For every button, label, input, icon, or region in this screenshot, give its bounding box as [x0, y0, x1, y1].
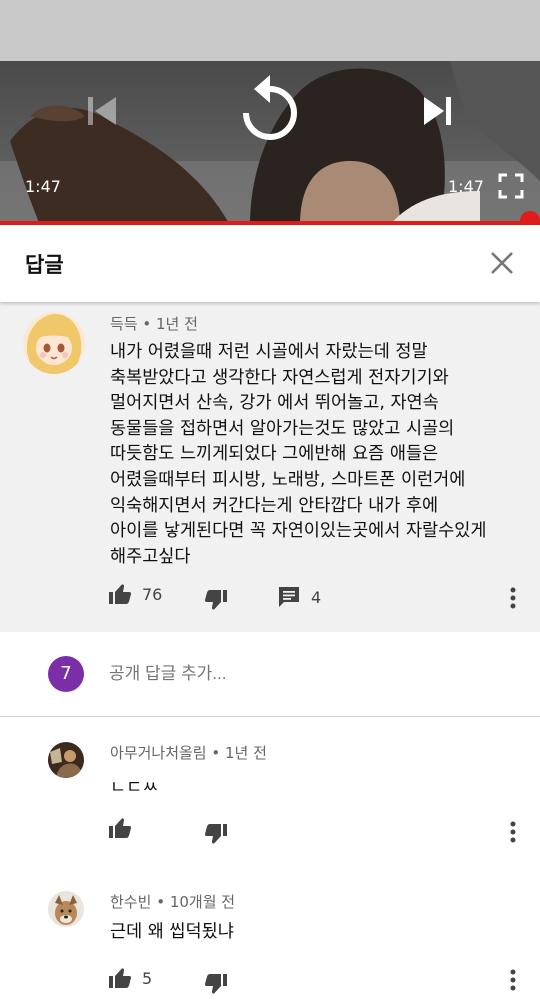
- dislike-button[interactable]: [204, 822, 228, 846]
- add-reply-input[interactable]: [109, 664, 330, 684]
- avatar-photo-image: [48, 742, 84, 778]
- comment-line: 익숙해지면서 커간다는게 안타깝다 내가 후에: [110, 495, 439, 516]
- dislike-button[interactable]: [204, 588, 228, 612]
- comment-age: 1년 전: [156, 315, 198, 333]
- replay-icon: [243, 75, 297, 140]
- comment-text: 내가 어렸을때 저런 시골에서 자랐는데 정말 축복받았다고 생각한다 자연스럽…: [110, 340, 520, 570]
- replies-title: 답글: [25, 253, 64, 277]
- comment-meta: 아무거나처올림 • 1년 전: [110, 742, 267, 763]
- more-vert-icon: [510, 821, 516, 843]
- more-options-button[interactable]: [510, 969, 516, 995]
- thumbs-down-icon: [204, 590, 227, 610]
- status-bar-area: [0, 0, 540, 61]
- anime-avatar-image: [23, 312, 85, 374]
- skip-next-icon: [424, 97, 451, 125]
- like-count: 76: [142, 584, 163, 604]
- more-vert-icon: [510, 969, 516, 991]
- video-player[interactable]: 1:47 1:47: [0, 61, 540, 225]
- replies-header: 답글: [0, 225, 540, 302]
- avatar[interactable]: [48, 891, 84, 927]
- skip-previous-icon: [88, 97, 116, 125]
- comment-text: ㄴㄷㅆ: [110, 778, 159, 791]
- add-reply-row[interactable]: 7: [0, 632, 540, 717]
- thumbs-down-icon: [204, 824, 227, 844]
- reply-count: 4: [311, 587, 322, 607]
- previous-button[interactable]: [84, 93, 120, 129]
- dislike-button[interactable]: [204, 972, 228, 996]
- replay-button[interactable]: [238, 73, 302, 145]
- elapsed-time: 1:47: [25, 177, 61, 196]
- fullscreen-button[interactable]: [498, 173, 524, 199]
- comment-line: 아이를 낳게된다면 꼭 자연이있는곳에서 자랄수있게: [110, 521, 487, 542]
- close-button[interactable]: [486, 247, 518, 279]
- comment-author[interactable]: 득득: [110, 315, 138, 333]
- comment-line: 따듯함도 느끼게되었다 그에반해 요즘 애들은: [110, 444, 439, 465]
- avatar[interactable]: [23, 312, 85, 374]
- reply-item: 한수빈 • 10개월 전 근데 왜 씹덕됬냐 5: [0, 868, 540, 1005]
- comment-text: 근데 왜 씹덕됬냐: [110, 922, 234, 942]
- more-options-button[interactable]: [510, 821, 516, 847]
- next-button[interactable]: [422, 95, 454, 127]
- thumbs-up-icon: [109, 818, 132, 838]
- avatar[interactable]: [48, 742, 84, 778]
- user-avatar: 7: [48, 656, 84, 692]
- like-button[interactable]: 5: [108, 966, 152, 990]
- duration-time: 1:47: [448, 177, 484, 196]
- comment-line: 멀어지면서 산속, 강가 에서 뛰어놀고, 자연속: [110, 393, 439, 414]
- comment-line: 해주고싶다: [110, 546, 191, 567]
- comment-line: 축복받았다고 생각한다 자연스럽게 전자기기와: [110, 367, 449, 388]
- comment-line: 내가 어렸을때 저런 시골에서 자랐는데 정말: [110, 342, 428, 362]
- like-button[interactable]: 76: [108, 582, 162, 606]
- comment-icon: [279, 587, 299, 607]
- more-options-button[interactable]: [510, 587, 516, 613]
- comment-meta: 득득 • 1년 전: [110, 313, 198, 334]
- reply-button[interactable]: 4: [278, 586, 321, 608]
- comment-age: 10개월 전: [169, 893, 236, 911]
- avatar-dog-image: [48, 891, 84, 927]
- meta-separator: •: [211, 744, 226, 762]
- more-vert-icon: [510, 587, 516, 609]
- comment-meta: 한수빈 • 10개월 전: [110, 891, 235, 912]
- main-comment: 득득 • 1년 전 내가 어렸을때 저런 시골에서 자랐는데 정말 축복받았다고…: [0, 302, 540, 632]
- comment-author[interactable]: 한수빈: [110, 893, 151, 911]
- thumbs-up-icon: [109, 968, 132, 988]
- like-button[interactable]: [108, 816, 132, 840]
- reply-item: 아무거나처올림 • 1년 전 ㄴㄷㅆ: [0, 718, 540, 868]
- fullscreen-icon: [498, 173, 524, 199]
- like-count: 5: [142, 968, 153, 988]
- comment-line: 동물들을 접하면서 알아가는것도 많았고 시골의: [110, 418, 455, 439]
- comment-age: 1년 전: [225, 744, 267, 762]
- thumbs-down-icon: [204, 974, 227, 994]
- comment-line: 어렸을때부터 피시방, 노래방, 스마트폰 이런거에: [110, 469, 466, 490]
- comment-author[interactable]: 아무거나처올림: [110, 744, 207, 762]
- close-icon: [491, 252, 513, 274]
- meta-separator: •: [156, 893, 170, 911]
- thumbs-up-icon: [109, 584, 132, 604]
- meta-separator: •: [142, 315, 157, 333]
